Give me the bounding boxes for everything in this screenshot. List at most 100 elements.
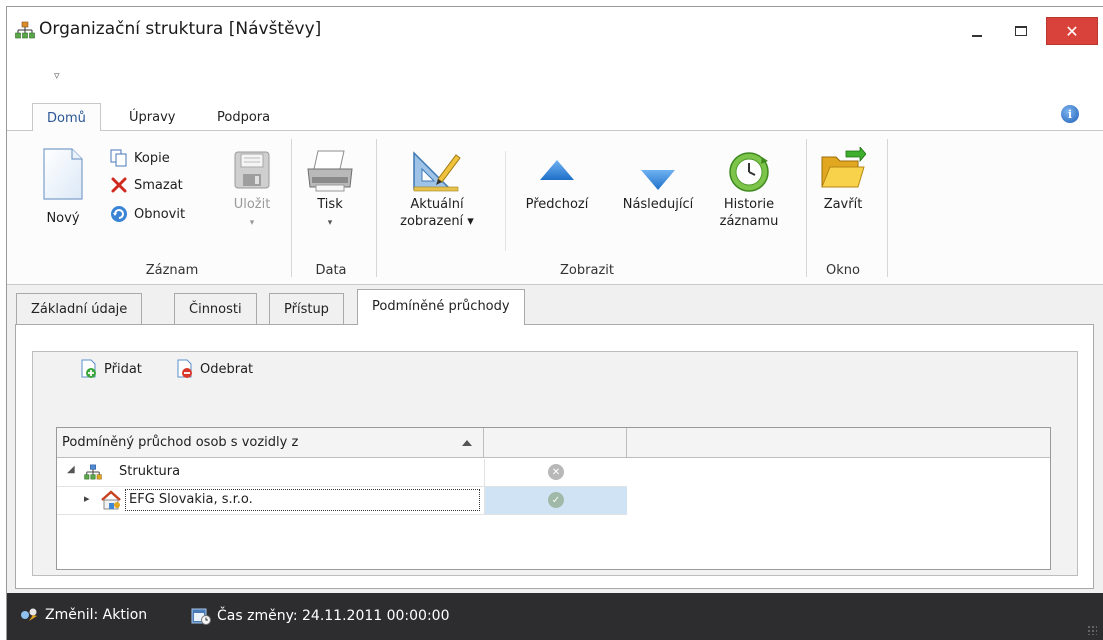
column-header-passage[interactable]: Podmíněný průchod osob s vozidly z <box>57 428 484 458</box>
title-bar: Organizační struktura [Návštěvy] ✕ <box>7 7 1103 57</box>
user-edit-icon <box>21 608 37 621</box>
tab-panel: Přidat Odebrat Podmíněný průchod osob s … <box>15 324 1094 589</box>
column-header-passage-label: Podmíněný průchod osob s vozidly z <box>62 435 299 450</box>
window-title: Organizační struktura [Návštěvy] <box>39 19 322 39</box>
table-row[interactable]: ◢ Struktura ✕ <box>57 459 627 486</box>
info-icon[interactable]: i <box>1061 105 1079 123</box>
row-label-company: EFG Slovakia, s.r.o. <box>129 492 253 507</box>
content-area: Základní údaje Činnosti Přístup Podmíněn… <box>7 285 1103 593</box>
group-separator <box>806 139 807 277</box>
current-view-label-line1: Aktuální <box>410 197 464 212</box>
remove-button[interactable]: Odebrat <box>176 359 253 379</box>
quick-access-toolbar: ▿ <box>7 57 1103 97</box>
expand-icon[interactable]: ▸ <box>84 492 90 505</box>
tab-cinnosti[interactable]: Činnosti <box>174 293 257 324</box>
sort-ascending-icon <box>462 440 472 446</box>
print-label: Tisk <box>317 197 343 212</box>
group-separator <box>505 151 506 251</box>
changed-by-item: Změnil: Aktion <box>19 607 147 623</box>
print-dropdown-icon: ▾ <box>327 218 333 228</box>
customize-toolbar-icon[interactable]: ▿ <box>54 69 60 82</box>
previous-label: Předchozí <box>525 197 589 212</box>
denied-glyph: ✕ <box>551 466 561 478</box>
refresh-icon <box>111 206 127 222</box>
column-header-status[interactable] <box>484 428 627 458</box>
tab-podminene-pruchody[interactable]: Podmíněné průchody <box>357 289 525 325</box>
current-view-label-line2: zobrazení ▾ <box>400 214 474 229</box>
ribbon-body: Nový Kopie Smazat Obnovit Uložit ▾ Zázna… <box>7 131 1103 285</box>
folder-exit-icon <box>821 147 866 188</box>
minimize-icon <box>972 35 982 37</box>
delete-icon <box>111 177 127 193</box>
save-disk-icon <box>234 151 270 189</box>
delete-button[interactable]: Smazat <box>110 176 183 194</box>
row-label-struktura: Struktura <box>119 464 181 479</box>
tab-domu[interactable]: Domů <box>32 103 101 132</box>
add-label: Přidat <box>104 361 142 377</box>
group-separator <box>291 139 292 277</box>
changed-by-text: Změnil: Aktion <box>45 607 148 623</box>
remove-document-icon <box>177 359 192 378</box>
printer-icon <box>307 150 353 192</box>
close-window-button[interactable]: Zavřít <box>813 139 873 249</box>
next-button[interactable]: Následující <box>609 139 707 249</box>
org-structure-icon <box>84 464 102 480</box>
table-row[interactable]: ▸ EFG Slovakia, s.r.o. ✓ <box>57 487 627 514</box>
group-label-zobrazit: Zobrazit <box>560 263 614 278</box>
tab-zakladni-udaje[interactable]: Základní údaje <box>16 293 143 324</box>
new-button[interactable]: Nový <box>35 139 91 249</box>
current-view-button[interactable]: Aktuální zobrazení ▾ <box>385 139 489 249</box>
denied-icon[interactable]: ✕ <box>548 464 564 480</box>
resize-grip-icon[interactable] <box>1087 625 1097 635</box>
grid-header: Podmíněný průchod osob s vozidly z <box>57 428 1050 458</box>
copy-button[interactable]: Kopie <box>110 149 170 167</box>
record-history-button[interactable]: Historie záznamu <box>711 139 787 249</box>
record-history-label-line2: záznamu <box>719 214 779 229</box>
conditional-passage-grid: Podmíněný průchod osob s vozidly z ◢ Str… <box>56 427 1051 570</box>
row-divider <box>57 514 627 515</box>
changed-time-text: Čas změny: 24.11.2011 00:00:00 <box>217 608 450 624</box>
tab-upravy[interactable]: Úpravy <box>115 103 189 132</box>
save-label: Uložit <box>233 197 271 212</box>
current-view-icon <box>413 151 461 192</box>
refresh-label: Obnovit <box>134 206 186 222</box>
close-button[interactable]: ✕ <box>1046 17 1098 45</box>
tab-podpora[interactable]: Podpora <box>203 103 284 132</box>
allowed-icon[interactable]: ✓ <box>548 492 564 508</box>
previous-button[interactable]: Předchozí <box>512 139 602 249</box>
group-label-zaznam: Záznam <box>145 263 199 278</box>
minimize-button[interactable] <box>957 17 997 45</box>
maximize-icon <box>1015 26 1027 36</box>
status-bar: Změnil: Aktion Čas změny: 24.11.2011 00:… <box>7 593 1103 640</box>
delete-label: Smazat <box>134 177 183 193</box>
calendar-clock-icon <box>191 608 211 625</box>
group-separator <box>887 139 888 277</box>
refresh-button[interactable]: Obnovit <box>110 205 185 223</box>
copy-label: Kopie <box>134 150 170 166</box>
company-house-icon <box>101 490 121 510</box>
allowed-glyph: ✓ <box>551 494 561 506</box>
group-label-data: Data <box>315 263 347 278</box>
group-label-okno: Okno <box>826 263 860 278</box>
add-document-icon <box>81 359 96 378</box>
collapse-icon[interactable]: ◢ <box>67 464 75 475</box>
arrow-down-icon <box>641 170 675 190</box>
app-window: Organizační struktura [Návštěvy] ✕ ▿ Dom… <box>6 6 1103 640</box>
new-document-icon <box>43 148 83 200</box>
copy-icon <box>110 149 127 167</box>
close-window-label: Zavřít <box>823 197 863 212</box>
next-label: Následující <box>622 197 694 212</box>
org-structure-icon <box>15 21 35 39</box>
save-button[interactable]: Uložit ▾ <box>225 139 279 249</box>
tab-pristup[interactable]: Přístup <box>269 293 344 324</box>
maximize-button[interactable] <box>1001 17 1041 45</box>
add-button[interactable]: Přidat <box>80 359 142 379</box>
record-history-label-line1: Historie <box>723 197 775 212</box>
new-label: Nový <box>46 211 80 226</box>
arrow-up-icon <box>540 160 574 180</box>
close-icon: ✕ <box>1065 21 1079 41</box>
ribbon-tabs: Domů Úpravy Podpora i <box>7 97 1103 132</box>
save-dropdown-icon: ▾ <box>249 218 255 228</box>
group-separator <box>376 139 377 277</box>
print-button[interactable]: Tisk ▾ <box>303 139 357 249</box>
